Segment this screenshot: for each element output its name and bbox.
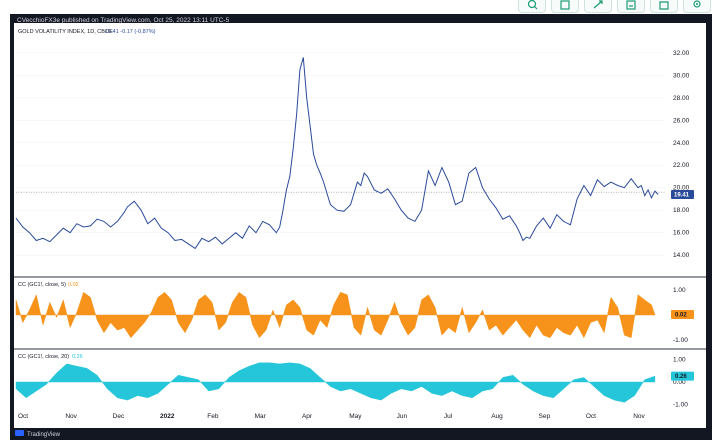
x-tick: Sep (539, 413, 551, 420)
zoom-icon (527, 0, 538, 10)
save-button[interactable] (617, 0, 645, 13)
x-tick: Mar (255, 413, 267, 420)
chart-frame: CVecchioFX3e published on TradingView.co… (10, 14, 712, 440)
settings-icon (693, 0, 701, 8)
x-tick: Jun (397, 413, 408, 420)
snapshot-icon (560, 0, 570, 10)
share-icon (659, 1, 669, 10)
zoom-button[interactable] (518, 0, 546, 13)
x-tick: Dec (113, 413, 125, 420)
main-legend-title: GOLD VOLATILITY INDEX, 1D, CBOE (18, 29, 113, 35)
cc5-last-value-label: 0.02 (675, 312, 687, 318)
x-tick: Nov (633, 413, 645, 420)
pane-separator[interactable] (14, 276, 706, 278)
fullscreen-icon (593, 0, 603, 9)
publish-line: CVecchioFX3e published on TradingView.co… (17, 17, 230, 24)
cc5-y-tick: 1.00 (673, 287, 686, 294)
main-y-tick: 32.00 (673, 50, 690, 57)
main-y-tick: 26.00 (673, 117, 690, 124)
snapshot-button[interactable] (551, 0, 579, 13)
save-icon (626, 0, 636, 10)
main-y-tick: 18.00 (673, 207, 690, 214)
tradingview-logo: TradingView (15, 430, 61, 438)
main-y-tick: 16.00 (673, 230, 690, 237)
x-tick: Nov (65, 413, 77, 420)
main-y-tick: 28.00 (673, 95, 690, 102)
chart-background (14, 23, 706, 428)
main-last-value-label: 19.41 (674, 192, 690, 198)
x-tick: Oct (18, 413, 28, 420)
x-tick: 2022 (160, 413, 175, 420)
share-button[interactable] (650, 0, 678, 13)
cc20-last-value-label: 0.26 (675, 374, 687, 380)
x-tick: Oct (586, 413, 596, 420)
tradingview-logo-icon (15, 430, 24, 436)
cc20-legend-title: CC (GC1!, close, 20) (18, 354, 69, 360)
cc20-y-tick: 1.00 (673, 356, 686, 363)
x-tick: Apr (302, 413, 313, 420)
tradingview-brand-text: TradingView (27, 432, 61, 438)
main-legend-values: 19.41 -0.17 (-0.87%) (105, 29, 156, 35)
main-y-tick: 14.00 (673, 252, 690, 259)
x-tick: Jul (444, 413, 453, 420)
cc20-legend-value: 0.26 (72, 354, 83, 360)
x-tick: May (349, 413, 362, 420)
main-y-tick: 22.00 (673, 162, 690, 169)
top-toolbar (0, 0, 722, 14)
chart-canvas[interactable]: CVecchioFX3e published on TradingView.co… (10, 14, 712, 440)
cc5-legend-value: 0.02 (68, 282, 79, 288)
x-tick: Aug (491, 413, 503, 420)
settings-button[interactable] (683, 0, 711, 13)
cc5-legend-title: CC (GC1!, close, 5) (18, 282, 66, 288)
x-tick: Feb (207, 413, 219, 420)
pane-separator[interactable] (14, 348, 706, 350)
cc20-y-tick: -1.00 (673, 402, 688, 409)
main-y-tick: 24.00 (673, 140, 690, 147)
main-y-tick: 30.00 (673, 72, 690, 79)
fullscreen-button[interactable] (584, 0, 612, 13)
cc5-y-tick: -1.00 (673, 337, 688, 344)
